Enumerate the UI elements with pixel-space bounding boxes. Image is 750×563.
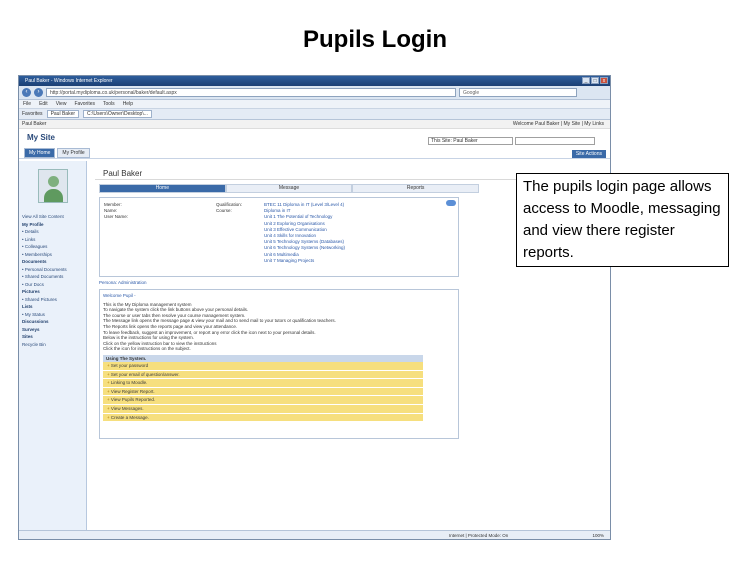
instruction-list: + Set your password + Set your email of q… [103, 361, 455, 423]
tab-my-home[interactable]: My Home [24, 148, 56, 158]
instruction-label: Linking to Moodle. [110, 380, 148, 386]
site-actions-button[interactable]: Site Actions [571, 150, 606, 158]
welcome-text: This is the My Diploma management system… [103, 302, 455, 352]
breadcrumb[interactable]: Paul Baker [22, 121, 46, 127]
instruction-bar[interactable]: + Set your password [103, 361, 423, 371]
unit-list: BTEC 11 Diploma in IT (Level 3/Level 4) D… [264, 202, 345, 264]
menu-favorites[interactable]: Favorites [74, 100, 95, 108]
back-icon[interactable]: ‹ [22, 88, 31, 97]
sidebar-item[interactable]: Discussions [19, 318, 86, 326]
minimize-icon[interactable]: _ [582, 77, 590, 84]
site-title[interactable]: My Site [27, 133, 55, 142]
instruction-bar[interactable]: + Create a Message. [103, 413, 423, 423]
instruction-label: View Register Report. [110, 388, 155, 394]
feedback-icon[interactable] [446, 200, 456, 206]
welcome-menu[interactable]: Welcome Paul Baker | My Site | My Links [513, 120, 604, 129]
window-title: Paul Baker - Windows Internet Explorer [25, 78, 113, 84]
url-input[interactable]: http://portal.mydiploma.co.uk/personal/b… [46, 88, 456, 97]
personal-details-panel: Member: Name: User Name: Qualification: … [99, 197, 459, 277]
callout-text: The pupils login page allows access to M… [516, 173, 729, 267]
sidebar-item[interactable]: View All Site Content [19, 213, 86, 221]
instruction-bar[interactable]: + Linking to Moodle. [103, 379, 423, 388]
browser-tab[interactable]: C:\Users\Owner\Desktop\... [83, 110, 152, 118]
status-bar: Internet | Protected Mode: On 100% [19, 530, 610, 539]
site-search-input[interactable] [515, 137, 595, 145]
sidebar-item[interactable]: • Memberships [19, 251, 86, 259]
sidebar-item[interactable]: • Personal Documents [19, 266, 86, 274]
course-label: Course: [216, 208, 232, 213]
sidebar-item[interactable]: My Profile [19, 221, 86, 229]
search-scope-select[interactable]: This Site: Paul Baker [428, 137, 513, 145]
user-head-icon [47, 176, 59, 187]
sidebar-item[interactable]: Sites [19, 333, 86, 341]
tab-home[interactable]: Home [99, 184, 226, 193]
unit-link[interactable]: Unit 6 Technology Systems (Networking) [264, 245, 345, 251]
instruction-label: Set your password [110, 362, 149, 368]
sidebar-item[interactable]: • Details [19, 228, 86, 236]
sidebar-item[interactable]: Lists [19, 303, 86, 311]
instruction-bar[interactable]: + View Messages. [103, 404, 423, 414]
sidebar-item[interactable]: • My Status [19, 311, 86, 319]
profile-tabs: Home Message Reports [99, 184, 480, 193]
tab-reports[interactable]: Reports [352, 184, 480, 193]
welcome-line: Click the icon for instructions on the s… [103, 346, 191, 352]
tab-my-profile[interactable]: My Profile [57, 148, 90, 158]
security-zone: Internet | Protected Mode: On [449, 533, 509, 538]
search-input[interactable]: Google [459, 88, 577, 97]
site-tabs: My Home My Profile [24, 148, 90, 158]
sharepoint-topbar: Paul Baker Welcome Paul Baker | My Site … [19, 120, 610, 129]
instruction-bar[interactable]: + Set your email of question/answer. [103, 370, 423, 380]
instruction-label: Create a Message. [110, 414, 149, 420]
menu-help[interactable]: Help [123, 100, 133, 108]
forward-icon[interactable]: › [34, 88, 43, 97]
left-navigation: View All Site Content My Profile • Details… [19, 161, 87, 539]
sidebar-item[interactable]: Pictures [19, 288, 86, 296]
instruction-label: View Pupils Reported. [110, 397, 156, 403]
tab-message[interactable]: Message [225, 184, 353, 193]
instruction-bar[interactable]: + View Pupils Reported. [103, 396, 423, 405]
unit-link[interactable]: Unit 7 Managing Projects [264, 258, 345, 264]
sidebar-item[interactable]: Recycle Bin [19, 341, 86, 349]
sidebar-item[interactable]: • Our Docs [19, 281, 86, 289]
welcome-title: Welcome Pupil - [103, 293, 136, 298]
user-body-icon [43, 189, 63, 202]
slide-title: Pupils Login [303, 26, 447, 53]
address-bar: ‹ › http://portal.mydiploma.co.uk/person… [19, 86, 610, 100]
site-header: My Site My Home My Profile This Site: Pa… [19, 129, 610, 159]
favorites-button[interactable]: Favorites [22, 111, 43, 117]
sidebar-item[interactable]: • Links [19, 236, 86, 244]
nav-list: View All Site Content My Profile • Details… [19, 213, 86, 348]
zoom-level[interactable]: 100% [592, 531, 604, 539]
sidebar-item[interactable]: Documents [19, 258, 86, 266]
sidebar-item[interactable]: Surveys [19, 326, 86, 334]
instruction-bar[interactable]: + View Register Report. [103, 387, 423, 397]
menu-bar: File Edit View Favorites Tools Help [19, 100, 610, 109]
browser-window: Paul Baker - Windows Internet Explorer _… [18, 75, 611, 540]
username-label: User Name: [104, 214, 129, 219]
favorites-bar: Favorites Paul Baker C:\Users\Owner\Desk… [19, 109, 610, 120]
avatar [37, 169, 68, 203]
sidebar-item[interactable]: • Shared Documents [19, 273, 86, 281]
instruction-label: View Messages. [110, 405, 144, 411]
using-system-header: Using The System. [103, 354, 423, 362]
menu-view[interactable]: View [56, 100, 67, 108]
menu-tools[interactable]: Tools [103, 100, 115, 108]
browser-tab[interactable]: Paul Baker [46, 110, 80, 118]
persona-link[interactable]: Persona: Administration [99, 280, 605, 285]
sidebar-item[interactable]: • Shared Pictures [19, 296, 86, 304]
window-titlebar: Paul Baker - Windows Internet Explorer _… [19, 76, 610, 86]
menu-edit[interactable]: Edit [39, 100, 48, 108]
instruction-label: Set your email of question/answer. [110, 371, 180, 377]
menu-file[interactable]: File [23, 100, 31, 108]
close-icon[interactable]: x [600, 77, 608, 84]
welcome-panel: Welcome Pupil - This is the My Diploma m… [99, 289, 459, 439]
sidebar-item[interactable]: • Colleagues [19, 243, 86, 251]
maximize-icon[interactable]: □ [591, 77, 599, 84]
